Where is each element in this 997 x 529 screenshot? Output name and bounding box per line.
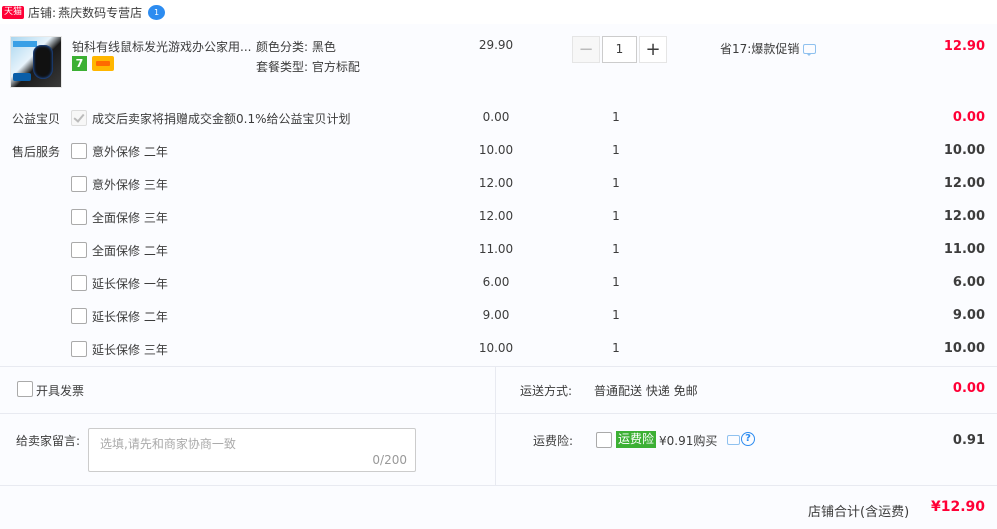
minus-icon[interactable]: − <box>572 36 600 63</box>
message-counter: 0/200 <box>372 453 407 467</box>
service-price: 10.00 <box>478 143 514 157</box>
service-name: 延长保修 二年 <box>92 310 168 324</box>
product-title-link[interactable]: 铂科有线鼠标发光游戏办公家用... <box>72 38 252 55</box>
service-qty: 1 <box>612 341 620 355</box>
service-total: 10.00 <box>943 143 985 158</box>
service-checkbox[interactable] <box>71 143 87 159</box>
charity-text: 成交后卖家将捐赠成交金额0.1%给公益宝贝计划 <box>92 112 351 126</box>
shipping-total: 0.00 <box>952 381 985 396</box>
insurance-label: 运费险: <box>533 434 574 448</box>
shop-total: ¥12.90 <box>930 499 985 515</box>
unit-price: 29.90 <box>478 38 514 52</box>
service-price: 11.00 <box>478 242 514 256</box>
service-total: 12.00 <box>943 176 985 191</box>
promo-info: 省17:爆款促销 <box>720 40 817 57</box>
service-name: 全面保修 二年 <box>92 244 168 258</box>
seller-message-input[interactable]: 选填,请先和商家协商一致 0/200 <box>88 428 416 472</box>
tmall-badge-icon: 天猫 <box>2 5 25 19</box>
shop-header: 天猫 店铺: 燕庆数码专营店 1 <box>0 0 997 24</box>
service-checkbox[interactable] <box>71 209 87 225</box>
shipping-label: 运送方式: <box>520 384 573 398</box>
shipping-value: 普通配送 快递 免邮 <box>594 384 698 398</box>
service-price: 6.00 <box>482 275 510 289</box>
promo-chat-icon[interactable] <box>803 43 817 56</box>
service-qty: 1 <box>612 308 620 322</box>
service-price: 9.00 <box>482 308 510 322</box>
service-total: 10.00 <box>943 341 985 356</box>
service-name: 延长保修 一年 <box>92 277 168 291</box>
quantity-stepper: − 1 + <box>572 36 667 63</box>
service-qty: 1 <box>612 209 620 223</box>
seven-day-return-icon: 7 <box>72 56 87 71</box>
message-placeholder: 选填,请先和商家协商一致 <box>100 437 236 451</box>
service-price: 12.00 <box>478 176 514 190</box>
insurance-badge: 运费险 <box>616 431 657 448</box>
divider <box>0 413 997 414</box>
shop-label: 店铺: <box>28 5 57 20</box>
invoice-label[interactable]: 开具发票 <box>36 382 84 399</box>
charity-price: 0.00 <box>482 110 510 124</box>
help-icon[interactable]: ? <box>741 432 755 446</box>
service-total: 9.00 <box>952 308 985 323</box>
message-label: 给卖家留言: <box>16 434 81 448</box>
service-total: 11.00 <box>943 242 985 257</box>
insurance-checkbox[interactable] <box>596 432 612 448</box>
service-qty: 1 <box>612 176 620 190</box>
attr-color: 颜色分类: 黑色 <box>256 40 336 54</box>
attr-package: 套餐类型: 官方标配 <box>256 60 360 74</box>
service-qty: 1 <box>612 143 620 157</box>
charity-checkbox <box>71 110 87 126</box>
service-checkbox[interactable] <box>71 308 87 324</box>
divider <box>0 485 997 486</box>
service-total: 12.00 <box>943 209 985 224</box>
shop-total-label: 店铺合计(含运费) <box>808 505 910 520</box>
after-sale-label: 售后服务 <box>12 145 61 159</box>
plus-icon[interactable]: + <box>639 36 667 63</box>
service-total: 6.00 <box>952 275 985 290</box>
service-name: 延长保修 三年 <box>92 343 168 357</box>
insurance-chat-icon[interactable] <box>727 435 740 445</box>
service-qty: 1 <box>612 242 620 256</box>
service-name: 全面保修 三年 <box>92 211 168 225</box>
service-name: 意外保修 三年 <box>92 178 168 192</box>
insurance-price: ¥0.91购买 <box>659 434 718 448</box>
item-total: 12.90 <box>943 39 985 54</box>
invoice-checkbox[interactable] <box>17 381 33 397</box>
charity-total: 0.00 <box>952 110 985 125</box>
service-name: 意外保修 二年 <box>92 145 168 159</box>
service-checkbox[interactable] <box>71 242 87 258</box>
service-qty: 1 <box>612 275 620 289</box>
service-checkbox[interactable] <box>71 275 87 291</box>
divider <box>0 366 997 367</box>
promo-text: 省17:爆款促销 <box>720 42 800 56</box>
quantity-input[interactable]: 1 <box>602 36 637 63</box>
product-thumbnail[interactable] <box>10 36 62 88</box>
chat-icon[interactable]: 1 <box>148 4 166 20</box>
service-price: 10.00 <box>478 341 514 355</box>
credit-card-icon <box>92 56 114 71</box>
divider <box>495 366 496 485</box>
service-price: 12.00 <box>478 209 514 223</box>
insurance-total: 0.91 <box>952 433 985 448</box>
shop-name-link[interactable]: 燕庆数码专营店 <box>58 4 142 21</box>
service-checkbox[interactable] <box>71 341 87 357</box>
charity-label: 公益宝贝 <box>12 112 61 126</box>
service-checkbox[interactable] <box>71 176 87 192</box>
charity-qty: 1 <box>612 110 620 124</box>
